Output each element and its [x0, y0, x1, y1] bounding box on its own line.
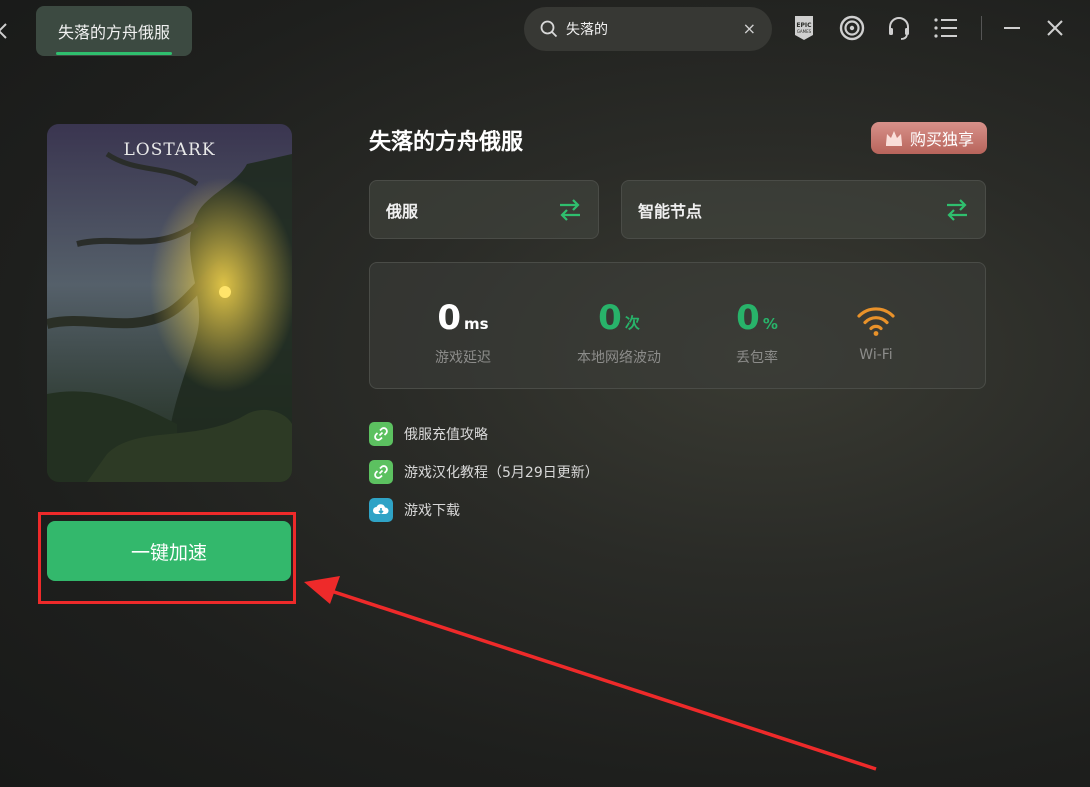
tab-active-indicator — [56, 52, 172, 55]
search-input[interactable] — [566, 21, 716, 37]
game-cover-image: LOSTARK — [47, 124, 292, 482]
packet-loss-label: 丢包率 — [736, 350, 778, 366]
region-selector[interactable]: 俄服 — [369, 180, 599, 239]
link-label: 游戏汉化教程（5月29日更新） — [404, 465, 599, 481]
link-label: 游戏下载 — [404, 503, 460, 519]
jitter-stat: 0 次 本地网络波动 — [554, 293, 684, 367]
node-label: 智能节点 — [638, 201, 703, 221]
latency-value: 0 — [437, 298, 462, 338]
minimize-icon[interactable] — [998, 14, 1026, 42]
link-icon — [369, 422, 393, 446]
packet-loss-unit: % — [762, 315, 778, 333]
cover-artwork — [47, 124, 292, 482]
buy-exclusive-button[interactable]: 购买独享 — [871, 122, 987, 154]
jitter-unit: 次 — [624, 314, 640, 332]
link-label: 俄服充值攻略 — [404, 427, 488, 443]
search-box: × — [524, 7, 772, 51]
clear-search-icon[interactable]: × — [743, 19, 756, 38]
packet-loss-value: 0 — [736, 298, 760, 338]
menu-list-icon[interactable] — [932, 14, 960, 42]
cloud-download-icon — [369, 498, 393, 522]
svg-text:GAMES: GAMES — [797, 29, 812, 34]
jitter-value: 0 — [598, 298, 622, 338]
game-title: 失落的方舟俄服 — [369, 130, 524, 155]
wifi-stat: Wi-Fi — [811, 293, 941, 363]
jitter-label: 本地网络波动 — [577, 350, 661, 366]
tab-label: 失落的方舟俄服 — [57, 23, 170, 42]
ubisoft-icon[interactable] — [838, 14, 866, 42]
cover-logo-text: LOSTARK — [123, 140, 216, 160]
swap-arrows-icon — [947, 199, 967, 221]
title-bar: 失落的方舟俄服 × EPIC GAMES — [0, 0, 1090, 60]
link-icon — [369, 460, 393, 484]
wifi-icon — [857, 307, 895, 336]
toolbar-divider — [981, 16, 982, 40]
crown-icon — [885, 131, 902, 146]
node-selector[interactable]: 智能节点 — [621, 180, 986, 239]
close-icon[interactable] — [1041, 14, 1069, 42]
network-stats-panel: 0 ms 游戏延迟 0 次 本地网络波动 0 % 丢包率 Wi-Fi — [369, 262, 986, 389]
swap-arrows-icon — [560, 199, 580, 221]
region-label: 俄服 — [386, 201, 419, 221]
link-game-download[interactable]: 游戏下载 — [369, 497, 599, 523]
tab-lostark-ru[interactable]: 失落的方舟俄服 — [36, 6, 192, 56]
link-localization-guide[interactable]: 游戏汉化教程（5月29日更新） — [369, 459, 599, 485]
search-icon — [540, 20, 558, 38]
latency-label: 游戏延迟 — [435, 350, 491, 366]
link-recharge-guide[interactable]: 俄服充值攻略 — [369, 421, 599, 447]
epic-games-icon[interactable]: EPIC GAMES — [790, 14, 818, 42]
buy-button-label: 购买独享 — [909, 130, 974, 149]
packet-loss-stat: 0 % 丢包率 — [692, 293, 822, 367]
guide-links: 俄服充值攻略 游戏汉化教程（5月29日更新） 游戏下载 — [369, 421, 599, 535]
svg-text:EPIC: EPIC — [796, 22, 812, 29]
wifi-label: Wi-Fi — [859, 347, 893, 363]
latency-unit: ms — [464, 315, 489, 333]
accelerate-button[interactable]: 一键加速 — [47, 521, 291, 581]
back-chevron-icon[interactable] — [0, 22, 10, 40]
headset-support-icon[interactable] — [885, 14, 913, 42]
latency-stat: 0 ms 游戏延迟 — [398, 293, 528, 367]
